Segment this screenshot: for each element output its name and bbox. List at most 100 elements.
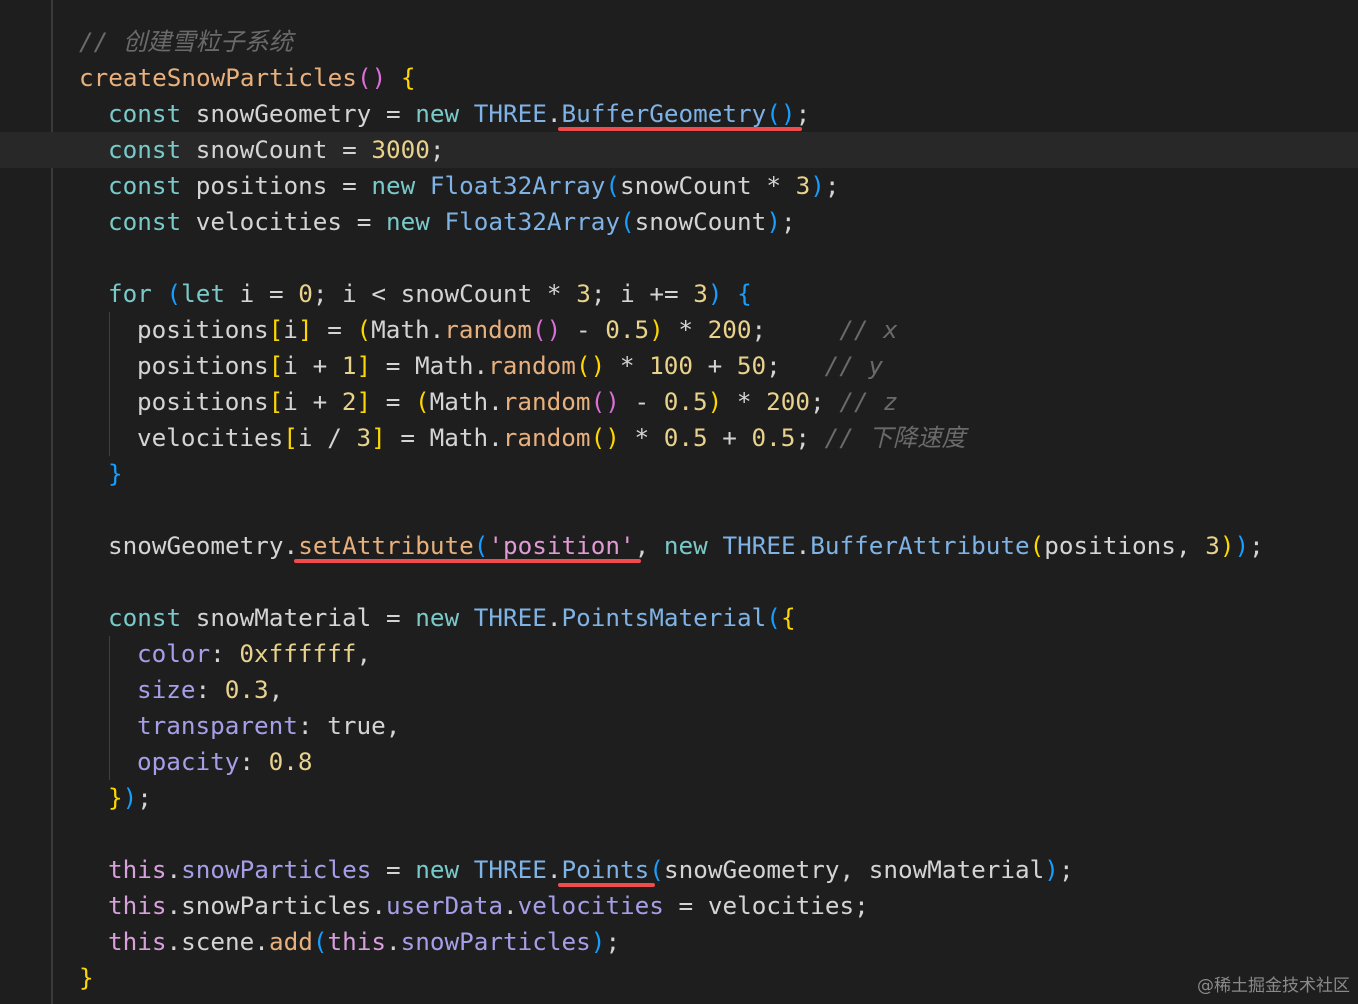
code-line[interactable]: snowGeometry.setAttribute('position', ne… (0, 528, 1358, 564)
code-line[interactable]: this.snowParticles = new THREE.Points(sn… (0, 852, 1358, 888)
code-line[interactable] (0, 492, 1358, 528)
code-line[interactable]: size: 0.3, (0, 672, 1358, 708)
indent-guide (109, 708, 110, 744)
code-token: ) (766, 207, 781, 236)
code-token: Math (429, 423, 489, 452)
code-line[interactable]: positions[i + 1] = Math.random() * 100 +… (0, 348, 1358, 384)
code-line[interactable]: createSnowParticles() { (0, 60, 1358, 96)
code-token: 0.5 (751, 423, 796, 452)
code-text: for (let i = 0; i < snowCount * 3; i += … (108, 276, 752, 312)
code-token: [ (283, 423, 298, 452)
indent-guide (109, 672, 110, 708)
code-line[interactable]: opacity: 0.8 (0, 744, 1358, 780)
code-token: ( (312, 927, 328, 956)
code-text: positions[i + 1] = Math.random() * 100 +… (137, 348, 883, 384)
code-token: . (488, 387, 503, 416)
code-token: ] (356, 351, 372, 380)
indent-guide (109, 312, 110, 348)
code-token: 3 (356, 423, 372, 452)
code-token: ) (1219, 531, 1235, 560)
code-token: ; (590, 279, 621, 308)
code-token: THREE (722, 531, 796, 560)
code-token: ] (356, 387, 372, 416)
red-underline-annotation (294, 559, 641, 563)
code-text: const positions = new Float32Array(snowC… (108, 168, 840, 204)
code-token: [ (268, 315, 284, 344)
code-token: = (385, 603, 416, 632)
code-token: () (575, 351, 606, 380)
code-line[interactable]: this.scene.add(this.snowParticles); (0, 924, 1358, 960)
code-token: ; (795, 423, 825, 452)
code-text: const velocities = new Float32Array(snow… (108, 204, 796, 240)
code-text: positions[i] = (Math.random() - 0.5) * 2… (137, 312, 898, 348)
code-token: 0 (298, 279, 313, 308)
code-token: i (297, 423, 328, 452)
code-token: ( (356, 315, 372, 344)
code-line[interactable] (0, 564, 1358, 600)
code-token: let (181, 279, 226, 308)
code-token: ) (1044, 855, 1059, 884)
code-line[interactable]: const snowCount = 3000; (0, 132, 1358, 168)
code-line[interactable]: color: 0xffffff, (0, 636, 1358, 672)
code-line[interactable]: const snowMaterial = new THREE.PointsMat… (0, 600, 1358, 636)
code-token: createSnowParticles (79, 63, 357, 92)
code-line[interactable]: } (0, 456, 1358, 492)
code-token: () (590, 423, 620, 452)
code-token: : (195, 675, 225, 704)
code-line[interactable]: // 创建雪粒子系统 (0, 24, 1358, 60)
code-token: snowGeometry (108, 531, 284, 560)
code-token: . (283, 531, 299, 560)
code-token: random (502, 423, 591, 452)
code-token: 3 (576, 279, 591, 308)
code-line[interactable]: for (let i = 0; i < snowCount * 3; i += … (0, 276, 1358, 312)
code-token: positions (137, 315, 269, 344)
code-editor[interactable]: // 创建雪粒子系统 createSnowParticles() {const s… (0, 0, 1358, 1004)
code-token: Float32Array (444, 207, 621, 236)
code-token: snowGeometry (663, 855, 840, 884)
code-token: - (561, 315, 606, 344)
code-token: BufferGeometry (561, 99, 767, 128)
code-line[interactable]: const velocities = new Float32Array(snow… (0, 204, 1358, 240)
code-token: . (488, 423, 503, 452)
code-token: ; (751, 315, 840, 344)
code-token: this (108, 891, 167, 920)
code-token: () (590, 387, 620, 416)
code-line[interactable]: }); (0, 780, 1358, 816)
code-line[interactable] (0, 240, 1358, 276)
code-token: 3 (693, 279, 708, 308)
code-token: * (722, 387, 767, 416)
code-area[interactable]: // 创建雪粒子系统 createSnowParticles() {const s… (0, 24, 1358, 996)
code-line[interactable]: const positions = new Float32Array(snowC… (0, 168, 1358, 204)
code-line[interactable]: velocities[i / 3] = Math.random() * 0.5 … (0, 420, 1358, 456)
code-token: size (137, 675, 196, 704)
code-line[interactable]: transparent: true, (0, 708, 1358, 744)
code-token: / (327, 423, 357, 452)
code-line[interactable]: } (0, 960, 1358, 996)
indent-guide (109, 384, 110, 420)
code-token: 3 (795, 171, 811, 200)
code-token: 100 (649, 351, 693, 380)
code-line[interactable] (0, 816, 1358, 852)
code-token: , (268, 675, 284, 704)
code-line[interactable]: this.snowParticles.userData.velocities =… (0, 888, 1358, 924)
code-line[interactable]: const snowGeometry = new THREE.BufferGeo… (0, 96, 1358, 132)
code-line[interactable]: positions[i] = (Math.random() - 0.5) * 2… (0, 312, 1358, 348)
code-token: ) (122, 783, 138, 812)
code-token: ; (824, 171, 840, 200)
code-token: velocities (707, 891, 855, 920)
code-token: 3000 (371, 135, 430, 164)
code-token: snowCount (181, 135, 343, 164)
code-token: = (385, 423, 430, 452)
code-token: += (649, 279, 694, 308)
code-token: : (239, 747, 269, 776)
code-token: ] (371, 423, 386, 452)
code-token: + (692, 351, 737, 380)
code-token: transparent (137, 711, 298, 740)
code-token: 1 (341, 351, 357, 380)
code-text: const snowMaterial = new THREE.PointsMat… (108, 600, 796, 636)
code-text: opacity: 0.8 (137, 744, 313, 780)
code-line[interactable]: positions[i + 2] = (Math.random() - 0.5)… (0, 384, 1358, 420)
code-token: [ (268, 351, 284, 380)
code-token: ( (415, 387, 430, 416)
